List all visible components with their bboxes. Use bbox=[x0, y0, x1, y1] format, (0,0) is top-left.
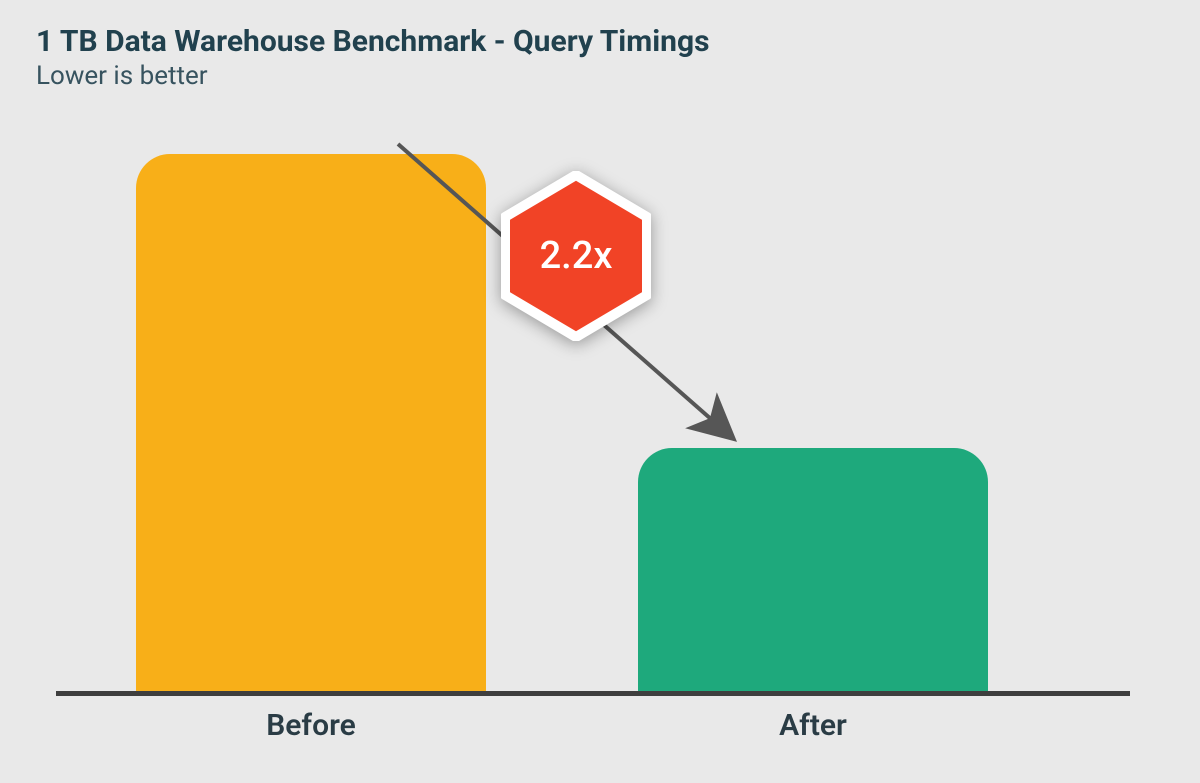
bar-label-before: Before bbox=[136, 708, 486, 743]
bar-before bbox=[136, 154, 486, 691]
chart-subtitle: Lower is better bbox=[36, 61, 1164, 91]
bar-after bbox=[638, 448, 988, 691]
x-axis-baseline bbox=[56, 691, 1130, 696]
plot-area: 2.2x Before After bbox=[56, 148, 1130, 696]
speedup-value: 2.2x bbox=[501, 171, 651, 341]
chart-container: 1 TB Data Warehouse Benchmark - Query Ti… bbox=[0, 0, 1200, 783]
chart-title: 1 TB Data Warehouse Benchmark - Query Ti… bbox=[36, 24, 1164, 59]
bar-label-after: After bbox=[638, 708, 988, 743]
speedup-badge: 2.2x bbox=[501, 171, 651, 341]
